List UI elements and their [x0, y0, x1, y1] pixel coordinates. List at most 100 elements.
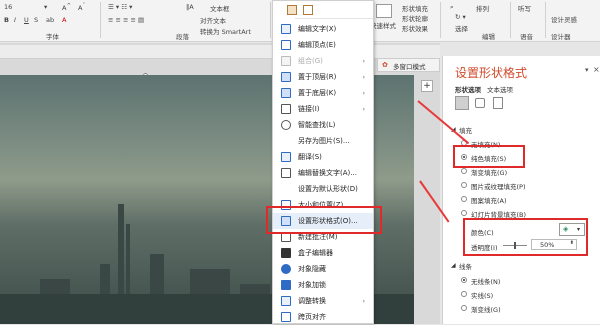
menu-item-lock-object[interactable]: 对象加锁 [273, 277, 373, 293]
group-separator [545, 2, 546, 38]
menu-item-label: 置于顶层(R) [298, 73, 337, 81]
increase-font-icon[interactable]: A^ [62, 3, 71, 12]
menu-item-translate[interactable]: 翻译(S) [273, 149, 373, 165]
group-separator [270, 2, 271, 38]
add-icon[interactable]: + [421, 80, 433, 92]
adjust-convert-icon [281, 296, 291, 306]
multi-window-button[interactable]: 多窗口模式 [393, 61, 426, 71]
gear-icon[interactable]: ✿ [382, 61, 388, 69]
menu-item-label: 跨页对齐 [298, 313, 326, 321]
strikethrough-button[interactable]: S [34, 16, 38, 24]
menu-item-label: 置于底层(K) [298, 89, 337, 97]
dictate-button[interactable]: 听写 [518, 3, 531, 13]
highlight-box-color-transparency [463, 218, 588, 256]
bold-button[interactable]: B [4, 16, 9, 24]
group-separator [440, 2, 441, 38]
arrange-button[interactable]: 排列 [476, 3, 489, 13]
submenu-arrow-icon: › [362, 89, 365, 97]
mini-toolbar: ✿ 多窗口模式 [377, 58, 440, 72]
highlight-box-format-shape [266, 206, 382, 234]
submenu-arrow-icon: › [362, 105, 365, 113]
box-editor-icon [281, 248, 291, 258]
collapse-arrow-icon[interactable]: ◢ [451, 262, 456, 269]
paragraph-group-label: 段落 [176, 33, 189, 41]
pane-title: 设置形状格式 [455, 66, 528, 80]
align-buttons[interactable]: ≡ ≡ ≡ ≡ ▤ [108, 16, 144, 24]
bullets-button[interactable]: ☰ ▾ ☷ ▾ [108, 3, 132, 11]
menu-item-hide-object[interactable]: 对象隐藏 [273, 261, 373, 277]
font-color-button[interactable]: A [62, 16, 66, 24]
voice-group-label: 语音 [520, 33, 533, 41]
text-direction-button[interactable]: ‖A [186, 3, 194, 11]
menu-item-box-editor[interactable]: 盒子编辑器 [273, 245, 373, 261]
replace-button[interactable]: ↻ ▾ [455, 13, 466, 21]
menu-item-send-to-back[interactable]: 置于底层(K) › [273, 85, 373, 101]
paste-icon[interactable] [287, 5, 297, 15]
paste-special-icon[interactable] [303, 5, 313, 15]
fill-option-label: 图片或纹理填充(P) [471, 183, 526, 191]
shape-outline-button[interactable]: 形状轮廓 [402, 13, 428, 23]
radio-pattern-fill[interactable] [461, 196, 467, 202]
radio-solid-line[interactable] [461, 291, 467, 297]
bring-to-front-icon [281, 72, 291, 82]
menu-item-cross-page-align[interactable]: 跨页对齐 [273, 309, 373, 325]
menu-item-label: 组合(G) [298, 57, 323, 65]
convert-smartart-button[interactable]: 转换为 SmartArt [200, 26, 251, 36]
radio-no-line[interactable] [461, 277, 467, 283]
menu-separator [295, 18, 373, 19]
underline-button[interactable]: U [24, 16, 29, 24]
shape-fill-button[interactable]: 形状填充 [402, 3, 428, 13]
radio-gradient-line[interactable] [461, 305, 467, 311]
submenu-arrow-icon: › [362, 57, 365, 65]
italic-button[interactable]: I [14, 16, 16, 24]
decrease-font-icon[interactable]: Aˇ [78, 3, 85, 12]
font-name-dropdown-arrow[interactable]: ▾ [44, 3, 47, 11]
font-group-label: 字体 [46, 33, 59, 41]
menu-item-alt-text[interactable]: 编辑替换文字(A)... [273, 165, 373, 181]
menu-item-group[interactable]: 组合(G) › [273, 53, 373, 69]
line-option-label: 渐变线(G) [471, 306, 501, 314]
menu-item-save-as-picture[interactable]: 另存为图片(S)... [273, 133, 373, 149]
send-to-back-icon [281, 88, 291, 98]
size-properties-icon[interactable] [493, 97, 503, 109]
menu-item-smart-lookup[interactable]: 智能查找(L) [273, 117, 373, 133]
menu-item-link[interactable]: 链接(I) › [273, 101, 373, 117]
radio-slide-bg-fill[interactable] [461, 210, 467, 216]
menu-item-adjust-convert[interactable]: 调整转换 › [273, 293, 373, 309]
tab-shape-options[interactable]: 形状选项 [455, 84, 481, 94]
effects-icon[interactable] [475, 98, 485, 108]
fill-option-label: 图案填充(A) [471, 197, 507, 205]
menu-item-label: 编辑文字(X) [298, 25, 337, 33]
menu-item-set-default-shape[interactable]: 设置为默认形状(D) [273, 181, 373, 197]
quick-styles-icon[interactable] [376, 4, 392, 18]
menu-item-label: 盒子编辑器 [298, 249, 333, 257]
select-button[interactable]: 选择 [455, 23, 468, 33]
menu-item-label: 智能查找(L) [298, 121, 336, 129]
line-option-label: 无线条(N) [471, 278, 501, 286]
find-button[interactable]: ⌕ [450, 3, 454, 12]
tab-text-options[interactable]: 文本选项 [487, 84, 513, 94]
close-icon[interactable]: × [593, 65, 600, 74]
menu-item-label: 翻译(S) [298, 153, 322, 161]
align-text-button[interactable]: 对齐文本 [200, 15, 226, 25]
radio-gradient-fill[interactable] [461, 168, 467, 174]
design-ideas-button[interactable]: 设计灵感 [551, 14, 577, 24]
text-box-button[interactable]: 文本框 [210, 3, 230, 13]
char-spacing-button[interactable]: ab [46, 16, 54, 24]
pane-collapse-icon[interactable]: ▾ [585, 66, 589, 74]
menu-item-bring-to-front[interactable]: 置于顶层(R) › [273, 69, 373, 85]
fill-section-header[interactable]: 填充 [459, 125, 472, 135]
radio-picture-fill[interactable] [461, 182, 467, 188]
edit-points-icon [281, 40, 291, 50]
shape-effects-button[interactable]: 形状效果 [402, 23, 428, 33]
menu-item-edit-points[interactable]: 编辑顶点(E) [273, 37, 373, 53]
align-icon [281, 312, 291, 322]
menu-item-label: 编辑顶点(E) [298, 41, 336, 49]
submenu-arrow-icon: › [362, 297, 365, 305]
menu-item-edit-text[interactable]: 编辑文字(X) [273, 21, 373, 37]
designer-group-label: 设计器 [551, 33, 571, 41]
search-icon [281, 120, 291, 130]
fill-line-icon[interactable] [455, 96, 469, 110]
menu-item-label: 编辑替换文字(A)... [298, 169, 357, 177]
line-section-header[interactable]: 线条 [459, 261, 472, 271]
